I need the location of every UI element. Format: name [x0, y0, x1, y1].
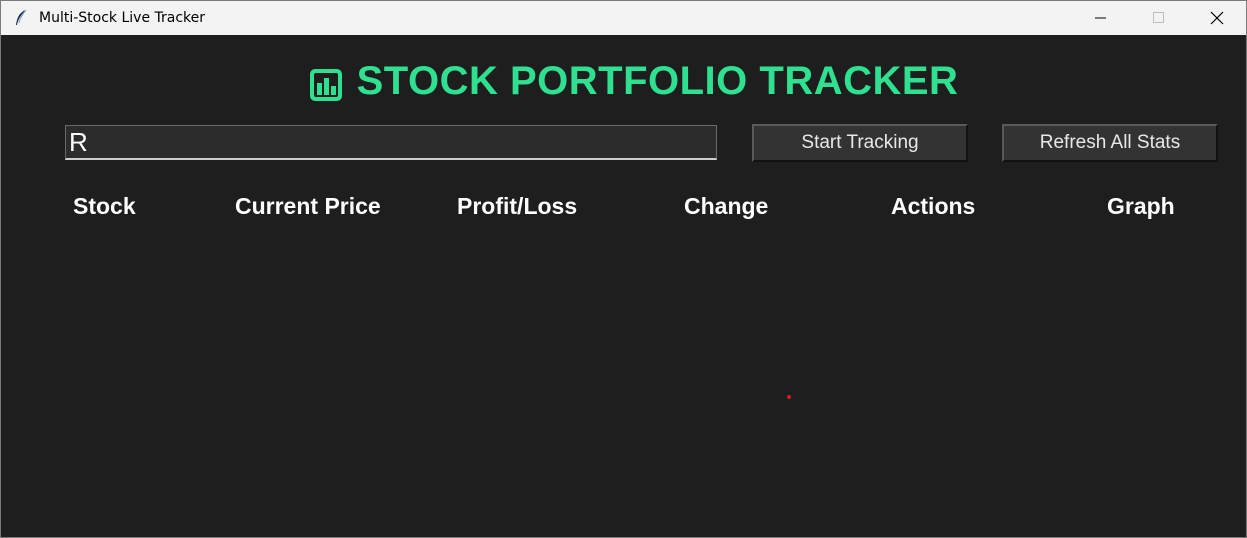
minimize-button[interactable]: [1072, 1, 1130, 35]
main-content: STOCK PORTFOLIO TRACKER Start Tracking R…: [1, 35, 1246, 537]
column-header-actions: Actions: [891, 193, 976, 219]
column-header-stock: Stock: [73, 193, 136, 219]
close-button[interactable]: [1188, 1, 1246, 35]
start-tracking-button[interactable]: Start Tracking: [752, 124, 968, 162]
minimize-icon: [1095, 17, 1106, 19]
title-bar[interactable]: Multi-Stock Live Tracker: [1, 1, 1246, 35]
header: STOCK PORTFOLIO TRACKER: [1, 57, 1246, 105]
stock-symbol-input[interactable]: [65, 125, 717, 160]
refresh-all-stats-button[interactable]: Refresh All Stats: [1002, 124, 1218, 162]
bar-chart-icon: [309, 68, 343, 102]
close-icon: [1210, 11, 1224, 25]
column-header-profit-loss: Profit/Loss: [457, 193, 578, 219]
page-title: STOCK PORTFOLIO TRACKER: [356, 58, 959, 103]
column-header-current-price: Current Price: [235, 193, 381, 219]
window-title: Multi-Stock Live Tracker: [39, 10, 206, 26]
feather-icon: [13, 9, 29, 27]
red-dot: [787, 395, 791, 399]
maximize-icon: [1153, 12, 1164, 23]
app-window: Multi-Stock Live Tracker STOCK PORTFOLIO…: [0, 0, 1247, 538]
column-header-change: Change: [684, 193, 769, 219]
maximize-button[interactable]: [1130, 1, 1188, 35]
column-header-graph: Graph: [1107, 193, 1175, 219]
